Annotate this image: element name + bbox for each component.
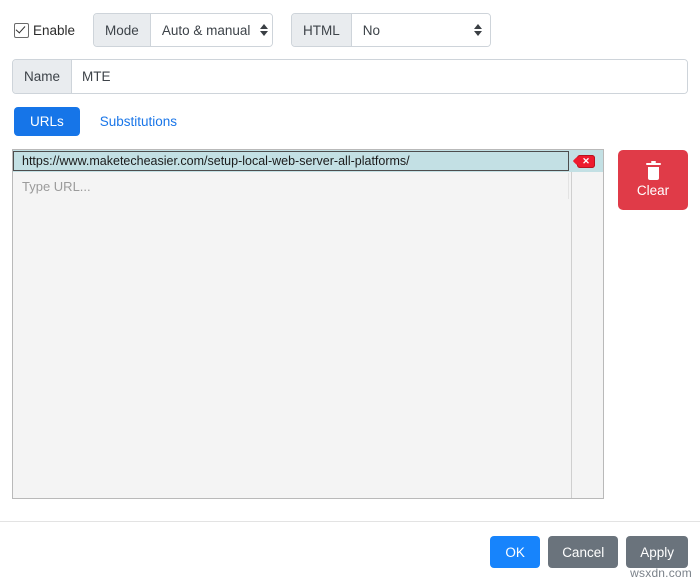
footer-button-bar: OK Cancel Apply [490,536,688,568]
url-list-region: https://www.maketecheasier.com/setup-loc… [12,149,688,499]
new-url-cell[interactable]: Type URL... [13,173,569,199]
list-column-divider [571,150,572,498]
mode-select[interactable]: Auto & manual [150,14,273,46]
table-row[interactable]: https://www.maketecheasier.com/setup-loc… [13,150,603,172]
row-delete-cell: ✕ [569,150,603,172]
html-select-value: No [362,22,381,38]
checkbox-checked-icon[interactable] [14,22,29,38]
url-text: https://www.maketecheasier.com/setup-loc… [22,154,410,168]
url-list-box[interactable]: https://www.maketecheasier.com/setup-loc… [12,149,604,499]
trash-icon [645,160,661,180]
tab-substitutions[interactable]: Substitutions [84,107,193,136]
watermark: wsxdn.com [630,566,692,580]
new-url-row[interactable]: Type URL... [13,173,603,199]
name-row: Name [12,59,688,94]
mode-select-value: Auto & manual [161,22,251,38]
footer-divider [0,521,700,522]
stepper-updown-icon[interactable] [260,24,269,36]
mode-addon-label: Mode [94,14,151,46]
html-select-group[interactable]: HTML No [291,13,492,47]
mode-select-group[interactable]: Mode Auto & manual [93,13,274,47]
delete-badge-icon[interactable]: ✕ [577,154,595,168]
enable-label: Enable [33,22,76,38]
close-icon: ✕ [582,155,590,166]
clear-button[interactable]: Clear [618,150,688,210]
stepper-updown-icon[interactable] [474,24,483,36]
tab-urls[interactable]: URLs [14,107,80,136]
enable-checkbox[interactable]: Enable [14,22,76,38]
html-addon-label: HTML [292,14,352,46]
name-input-group[interactable]: Name [12,59,688,94]
clear-button-label: Clear [636,182,670,198]
apply-button[interactable]: Apply [626,536,688,568]
new-url-placeholder: Type URL... [22,178,91,194]
tab-bar: URLs Substitutions [14,107,700,136]
name-addon-label: Name [13,60,73,93]
html-select[interactable]: No [351,14,491,46]
ok-button[interactable]: OK [490,536,541,568]
top-control-row: Enable Mode Auto & manual HTML No [0,0,700,47]
cancel-button[interactable]: Cancel [548,536,619,568]
name-input[interactable] [72,60,687,93]
url-cell[interactable]: https://www.maketecheasier.com/setup-loc… [13,151,569,171]
